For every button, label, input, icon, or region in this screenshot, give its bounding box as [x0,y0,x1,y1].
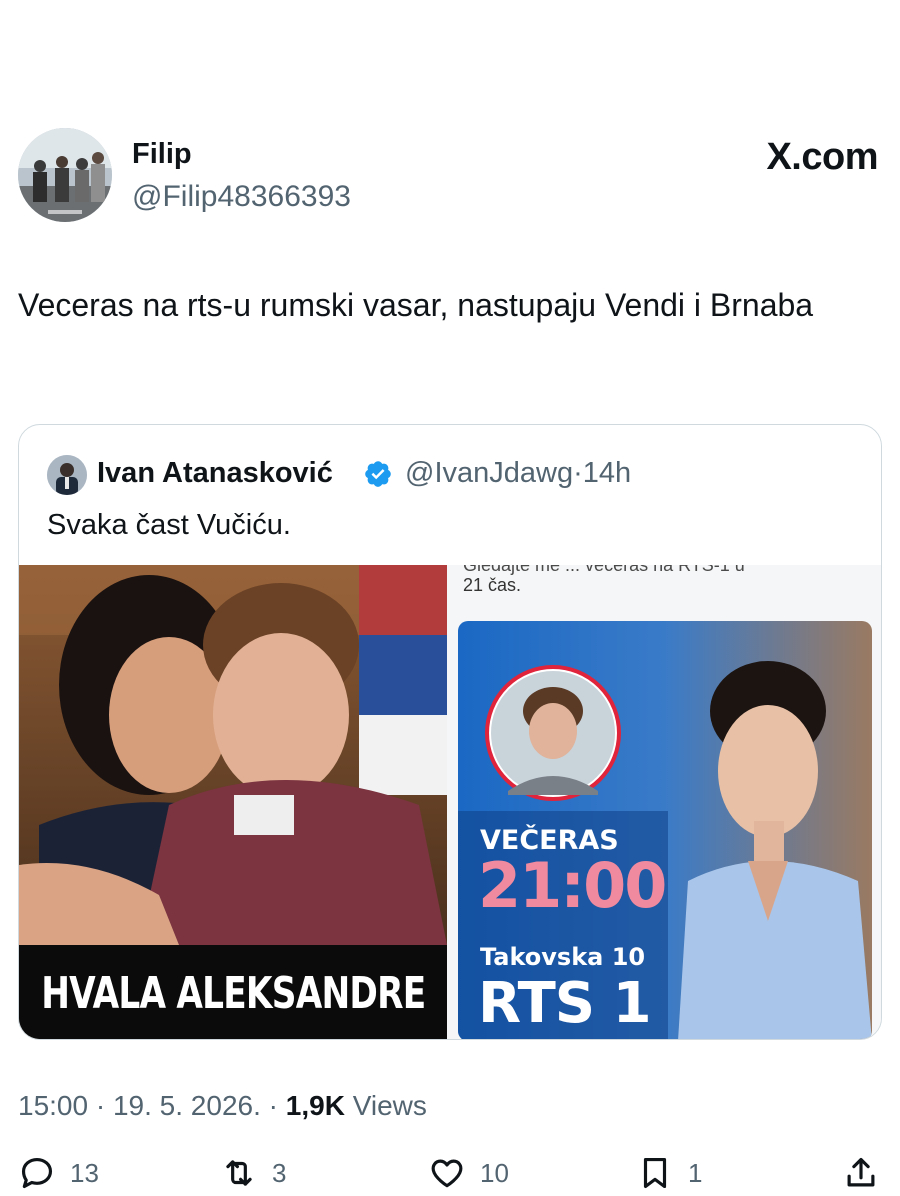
repost-button[interactable]: 3 [220,1154,286,1192]
tweet-date[interactable]: 19. 5. 2026. [113,1090,261,1121]
author-avatar[interactable] [18,128,112,222]
image-caption-bar: HVALA ALEKSANDRE [19,945,447,1039]
image-caption: HVALA ALEKSANDRE [40,967,426,1019]
tweet-header: Filip @Filip48366393 X.com [18,128,878,224]
meta-dot: · [95,1090,106,1121]
quote-image-left[interactable]: HVALA ALEKSANDRE [19,565,447,1039]
tweet-text: Veceras na rts-u rumski vasar, nastupaju… [18,287,814,323]
quote-handle-text: @IvanJdawg [405,457,574,489]
poster-time: 21:00 [478,849,667,922]
quote-author-handle[interactable]: @IvanJdawg·14h [405,457,631,490]
like-button[interactable]: 10 [428,1154,509,1192]
tweet-actions: 13 3 10 1 [18,1154,882,1196]
poster-channel: RTS 1 [478,971,652,1036]
views-label: Views [352,1090,427,1121]
quote-time[interactable]: 14h [583,457,631,489]
cut-text-line-2: 21 čas. [463,575,522,595]
quote-separator: · [573,457,583,489]
poster-address: Takovska 10 [480,943,646,971]
quoted-tweet[interactable]: Ivan Atanasković @IvanJdawg·14h Svaka ča… [18,424,882,1040]
bookmark-count: 1 [688,1157,703,1188]
reply-count: 13 [70,1157,99,1188]
share-button[interactable] [842,1154,880,1192]
quote-text: Svaka čast Vučiću. [47,509,291,541]
views-count: 1,9K [285,1090,345,1121]
tv-poster: VEČERAS 21:00 Takovska 10 RTS 1 [458,621,872,1039]
author-handle[interactable]: @Filip48366393 [132,180,351,214]
repost-icon [226,1160,252,1186]
tweet-time[interactable]: 15:00 [18,1090,88,1121]
repost-count: 3 [272,1157,287,1188]
verified-icon [365,461,391,487]
quote-author-name[interactable]: Ivan Atanasković [97,457,333,490]
author-name[interactable]: Filip [132,138,192,171]
like-icon [431,1159,463,1188]
like-count: 10 [480,1157,509,1188]
bookmark-icon [643,1157,667,1189]
bookmark-button[interactable]: 1 [636,1154,702,1192]
meta-dot: · [268,1090,278,1121]
reply-icon [21,1157,53,1189]
brand-logo: X.com [766,136,878,178]
share-icon [847,1157,875,1187]
quote-image-right[interactable]: Gledajte me ... večeras na RTS-1 u 21 ča… [447,565,881,1039]
reply-button[interactable]: 13 [18,1154,99,1192]
quote-author-avatar[interactable] [47,455,87,495]
tweet-meta: 15:00 · 19. 5. 2026. · 1,9K Views [18,1090,427,1122]
